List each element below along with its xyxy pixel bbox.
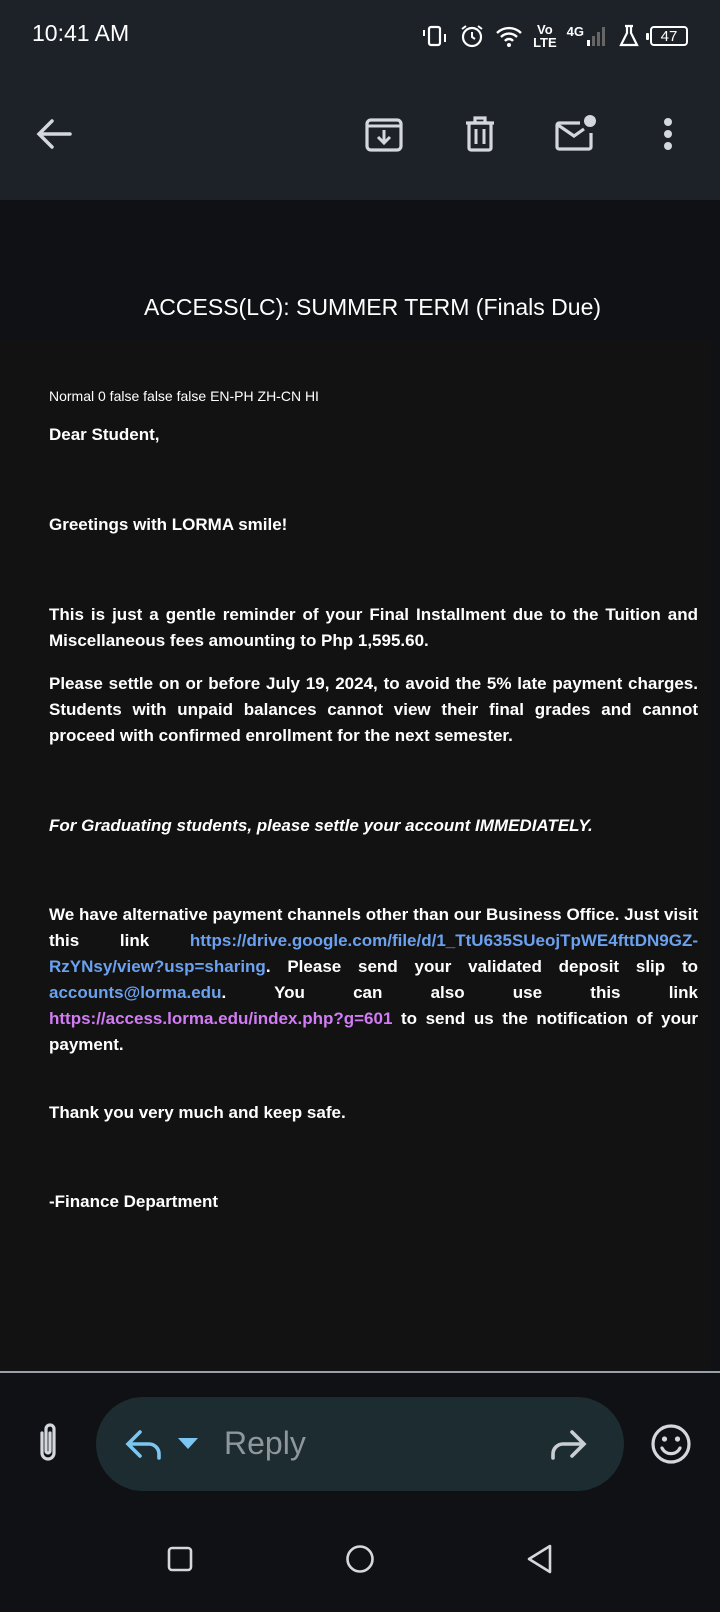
status-bar: 10:41 AM Vo LTE 4G 47 bbox=[0, 0, 720, 72]
circle-icon bbox=[346, 1545, 374, 1573]
reply-bar: Reply bbox=[0, 1373, 720, 1505]
archive-button[interactable] bbox=[352, 102, 416, 166]
access-link[interactable]: https://access.lorma.edu/index.php?g=601 bbox=[49, 1009, 392, 1028]
square-icon bbox=[167, 1546, 193, 1572]
deadline-paragraph: Please settle on or before July 19, 2024… bbox=[49, 674, 698, 745]
home-button[interactable] bbox=[330, 1529, 390, 1589]
more-options-button[interactable] bbox=[636, 102, 700, 166]
payment-text-2: . Please send your validated deposit sli… bbox=[265, 957, 698, 976]
payment-text-3: . You can also use this link bbox=[221, 983, 698, 1002]
triangle-back-icon bbox=[527, 1544, 552, 1574]
greeting: Dear Student, bbox=[49, 425, 160, 444]
paperclip-icon bbox=[40, 1423, 56, 1461]
caret-down-icon[interactable] bbox=[178, 1437, 198, 1455]
emoji-button[interactable] bbox=[650, 1423, 692, 1470]
archive-icon bbox=[365, 118, 403, 152]
delete-button[interactable] bbox=[448, 102, 512, 166]
status-icons: Vo LTE 4G 47 bbox=[421, 18, 688, 54]
arrow-back-icon bbox=[36, 119, 72, 149]
reply-icon bbox=[124, 1427, 164, 1466]
vibrate-icon bbox=[421, 24, 449, 48]
greeting-smile: Greetings with LORMA smile! bbox=[49, 515, 288, 534]
more-vert-icon bbox=[664, 118, 672, 150]
network-gen: 4G bbox=[566, 24, 584, 39]
reply-placeholder: Reply bbox=[224, 1425, 306, 1461]
recents-button[interactable] bbox=[150, 1529, 210, 1589]
back-nav-button[interactable] bbox=[510, 1529, 570, 1589]
email-toolbar bbox=[0, 72, 720, 200]
wifi-icon bbox=[495, 24, 523, 48]
thanks-line: Thank you very much and keep safe. bbox=[49, 1103, 346, 1122]
payment-paragraph: We have alternative payment channels oth… bbox=[49, 902, 698, 1058]
trash-icon bbox=[466, 116, 494, 152]
reminder-paragraph: This is just a gentle reminder of your F… bbox=[49, 605, 698, 650]
signature: -Finance Department bbox=[49, 1192, 219, 1211]
alarm-icon bbox=[459, 23, 485, 49]
email-subject: ACCESS(LC): SUMMER TERM (Finals Due) bbox=[143, 294, 602, 320]
attach-button[interactable] bbox=[28, 1421, 68, 1470]
cell-signal-icon: 4G bbox=[567, 25, 608, 47]
volte-indicator: Vo LTE bbox=[533, 23, 557, 49]
emoji-icon bbox=[651, 1424, 691, 1464]
email-body bbox=[0, 340, 711, 1370]
flask-icon bbox=[618, 24, 640, 48]
mark-unread-button[interactable] bbox=[544, 102, 608, 166]
forward-icon[interactable] bbox=[548, 1427, 588, 1466]
meta-line: Normal 0 false false false EN-PH ZH-CN H… bbox=[49, 388, 319, 404]
status-time: 10:41 AM bbox=[32, 20, 130, 46]
back-button[interactable] bbox=[22, 102, 86, 166]
volte-bottom: LTE bbox=[533, 35, 557, 50]
reply-field[interactable]: Reply bbox=[96, 1397, 624, 1491]
battery-icon: 47 bbox=[646, 26, 688, 46]
graduating-notice: For Graduating students, please settle y… bbox=[49, 816, 593, 835]
accounts-email-link[interactable]: accounts@lorma.edu bbox=[49, 983, 221, 1002]
system-nav-bar bbox=[0, 1505, 720, 1612]
mail-unread-icon bbox=[555, 115, 596, 151]
